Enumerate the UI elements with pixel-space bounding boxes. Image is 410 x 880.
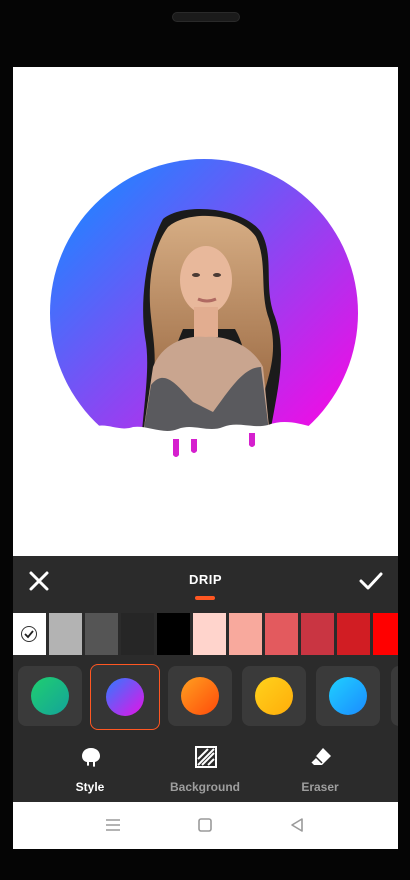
- color-swatch[interactable]: [265, 613, 298, 655]
- drip-style-orange[interactable]: [168, 666, 232, 726]
- color-swatch-row: [13, 613, 398, 655]
- color-swatch[interactable]: [49, 613, 82, 655]
- menu-button[interactable]: [104, 816, 122, 834]
- system-nav-bar: [13, 802, 398, 849]
- drip-editor-panel: DRIP Style Background Eraser: [13, 556, 398, 802]
- color-swatch[interactable]: [85, 613, 118, 655]
- drip-icon: [82, 748, 100, 767]
- drip-style-blue-purple[interactable]: [90, 664, 160, 730]
- back-button[interactable]: [288, 816, 306, 834]
- back-triangle-icon: [291, 818, 303, 832]
- color-swatch[interactable]: [157, 613, 190, 655]
- drip-style-green[interactable]: [18, 666, 82, 726]
- gradient-ball: [181, 677, 219, 715]
- confirm-button[interactable]: [358, 569, 384, 593]
- gradient-ball: [329, 677, 367, 715]
- tab-style-label: Style: [75, 780, 105, 794]
- color-swatch[interactable]: [121, 613, 154, 655]
- gradient-ball: [106, 678, 144, 716]
- color-swatch[interactable]: [229, 613, 262, 655]
- drip-style-cyan[interactable]: [316, 666, 380, 726]
- earpiece-speaker: [172, 12, 240, 22]
- phone-frame: DRIP Style Background Eraser: [0, 0, 410, 880]
- tab-style[interactable]: Style: [35, 738, 145, 802]
- color-swatch[interactable]: [301, 613, 334, 655]
- selected-check-icon: [21, 626, 37, 642]
- check-icon: [359, 572, 383, 590]
- color-swatch[interactable]: [373, 613, 398, 655]
- tab-background-label: Background: [169, 780, 240, 794]
- gradient-ball: [31, 677, 69, 715]
- home-square-icon: [198, 818, 212, 832]
- drip-photo: [50, 159, 358, 467]
- drip-style-row: [13, 664, 398, 730]
- editor-title: DRIP: [188, 572, 223, 587]
- drip-style-more[interactable]: [391, 666, 398, 726]
- color-swatch[interactable]: [13, 613, 46, 655]
- tab-eraser-label: Eraser: [301, 780, 339, 794]
- portrait-subject: [141, 209, 281, 447]
- gradient-ball: [255, 677, 293, 715]
- drip-style-yellow[interactable]: [242, 666, 306, 726]
- tab-eraser[interactable]: Eraser: [265, 738, 375, 802]
- color-swatch[interactable]: [193, 613, 226, 655]
- color-swatch[interactable]: [337, 613, 370, 655]
- drip-wave: [93, 421, 313, 467]
- home-button[interactable]: [196, 816, 214, 834]
- menu-icon: [106, 819, 120, 831]
- app-screen: DRIP Style Background Eraser: [13, 67, 398, 849]
- title-underline: [195, 596, 215, 600]
- eraser-icon: [310, 748, 331, 765]
- background-hatch-icon: [195, 746, 217, 768]
- photo-canvas[interactable]: [13, 67, 398, 556]
- editor-toolbar: DRIP: [13, 556, 398, 606]
- tab-background[interactable]: Background: [150, 738, 260, 802]
- bottom-tabs: Style Background Eraser: [13, 738, 398, 802]
